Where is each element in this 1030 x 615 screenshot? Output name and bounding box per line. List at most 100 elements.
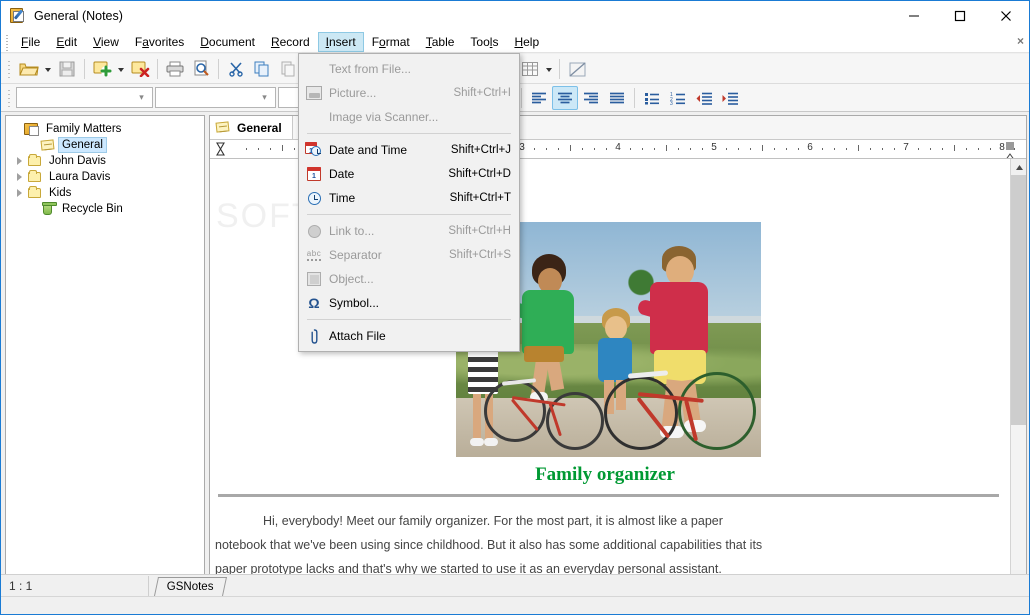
menu-tools[interactable]: Tools [462, 32, 506, 52]
menu-item-time[interactable]: Time Shift+Ctrl+T [299, 186, 519, 210]
toolbar-drag-grip[interactable] [5, 57, 13, 80]
tree-item-kids[interactable]: Kids [6, 185, 204, 201]
toolbar-separator [634, 88, 635, 108]
new-note-icon[interactable] [89, 57, 115, 81]
close-button[interactable] [983, 1, 1029, 31]
tree-toggle[interactable] [13, 185, 26, 201]
copy-icon[interactable] [249, 57, 275, 81]
tree-toggle[interactable] [26, 201, 39, 217]
print-preview-icon[interactable] [188, 57, 214, 81]
scissors-icon[interactable] [223, 57, 249, 81]
menu-item-object[interactable]: Object... [299, 267, 519, 291]
ruler-tick [978, 148, 979, 150]
align-justify-icon[interactable] [604, 86, 630, 110]
image-frame-icon[interactable] [564, 57, 590, 81]
new-record-dropdown-arrow[interactable] [115, 57, 127, 81]
menu-view[interactable]: View [85, 32, 127, 52]
menu-help[interactable]: Help [506, 32, 547, 52]
font-size-combo[interactable]: ▾ [155, 87, 276, 108]
increase-indent-icon[interactable] [717, 86, 743, 110]
folder-open-icon[interactable] [16, 57, 42, 81]
navigation-tree-panel[interactable]: Family Matters General John Davis Laura … [5, 115, 205, 586]
menu-drag-grip[interactable] [4, 32, 11, 51]
format-toolbar-drag-grip[interactable] [5, 86, 13, 109]
menu-insert[interactable]: Insert [317, 31, 364, 52]
toolbar-separator [84, 58, 85, 79]
numbered-list-icon[interactable]: 123 [665, 86, 691, 110]
delete-note-icon[interactable] [127, 57, 153, 81]
tree-item-family-matters[interactable]: Family Matters [6, 121, 204, 137]
tree-toggle[interactable] [13, 153, 26, 169]
hanging-indent-marker[interactable] [1004, 149, 1016, 158]
tree-item-label: John Davis [49, 155, 106, 167]
ruler-tick [942, 148, 943, 150]
scrollbar-thumb[interactable] [1011, 175, 1026, 425]
ruler-number: 6 [807, 142, 813, 153]
menu-item-date-and-time[interactable]: 1 Date and Time Shift+Ctrl+J [299, 138, 519, 162]
bullet-list-icon[interactable] [639, 86, 665, 110]
ruler-tick [894, 148, 895, 150]
open-dropdown-arrow[interactable] [42, 57, 54, 81]
tree-item-laura-davis[interactable]: Laura Davis [6, 169, 204, 185]
table-dropdown-arrow[interactable] [543, 57, 555, 81]
ruler-tick [822, 148, 823, 150]
scroll-up-arrow[interactable] [1011, 159, 1026, 175]
menu-item-symbol[interactable]: Ω Symbol... [299, 291, 519, 315]
minimize-button[interactable] [891, 1, 937, 31]
menu-format[interactable]: Format [364, 32, 418, 52]
tree-toggle[interactable] [26, 137, 39, 153]
tree-toggle[interactable] [13, 169, 26, 185]
maximize-button[interactable] [937, 1, 983, 31]
printer-icon[interactable] [162, 57, 188, 81]
ruler-tick [534, 148, 535, 150]
ruler-tick [918, 148, 919, 150]
menu-item-image-via-scanner[interactable]: Image via Scanner... [299, 105, 519, 129]
decrease-indent-icon[interactable] [691, 86, 717, 110]
font-family-combo[interactable]: ▾ [16, 87, 153, 108]
none-icon [299, 57, 329, 81]
ruler-tick [594, 148, 595, 150]
toolbar-separator [521, 88, 522, 108]
tree-item-label: General [58, 137, 107, 153]
menu-item-text-from-file[interactable]: Text from File... [299, 57, 519, 81]
document-heading: Family organizer [535, 464, 675, 485]
window-title: General (Notes) [34, 9, 123, 23]
ruler-tick [606, 148, 607, 150]
menu-item-attach-file[interactable]: Attach File [299, 324, 519, 348]
tree-item-general[interactable]: General [6, 137, 204, 153]
menu-edit[interactable]: Edit [48, 32, 85, 52]
menu-favorites[interactable]: Favorites [127, 32, 192, 52]
ruler-tick [678, 148, 679, 150]
tree-item-recycle-bin[interactable]: Recycle Bin [6, 201, 204, 217]
menu-item-date[interactable]: 1 Date Shift+Ctrl+D [299, 162, 519, 186]
ruler-tick [582, 148, 583, 150]
tree-toggle[interactable] [10, 121, 23, 137]
document-tab-general[interactable]: General [210, 116, 293, 139]
menu-record[interactable]: Record [263, 32, 318, 52]
table-grid-icon[interactable] [517, 57, 543, 81]
notes-app-icon [9, 7, 27, 25]
menu-document[interactable]: Document [192, 32, 263, 52]
align-right-icon[interactable] [578, 86, 604, 110]
document-vertical-scrollbar[interactable] [1010, 159, 1026, 585]
paperclip-icon [299, 324, 329, 348]
menu-item-picture[interactable]: Picture... Shift+Ctrl+I [299, 81, 519, 105]
menu-bar: File Edit View Favorites Document Record… [1, 31, 1029, 53]
ruler-tick [642, 148, 643, 150]
align-left-icon[interactable] [526, 86, 552, 110]
tab-stop-marker[interactable] [216, 142, 225, 156]
menu-item-separator-insert[interactable]: abc Separator Shift+Ctrl+S [299, 243, 519, 267]
insert-dropdown-menu[interactable]: Text from File... Picture... Shift+Ctrl+… [298, 53, 520, 352]
ruler-tick [726, 148, 727, 150]
close-document-icon[interactable]: × [1017, 34, 1024, 48]
align-center-icon[interactable] [552, 86, 578, 110]
floppy-save-icon[interactable] [54, 57, 80, 81]
tree-item-john-davis[interactable]: John Davis [6, 153, 204, 169]
ruler-tick [930, 148, 931, 150]
document-tab-label: General [237, 120, 282, 135]
menu-file[interactable]: File [13, 32, 48, 52]
menu-item-link-to[interactable]: Link to... Shift+Ctrl+H [299, 219, 519, 243]
tab-gsnotes[interactable]: GSNotes [153, 577, 227, 596]
ruler-tick [666, 145, 667, 151]
menu-table[interactable]: Table [418, 32, 463, 52]
